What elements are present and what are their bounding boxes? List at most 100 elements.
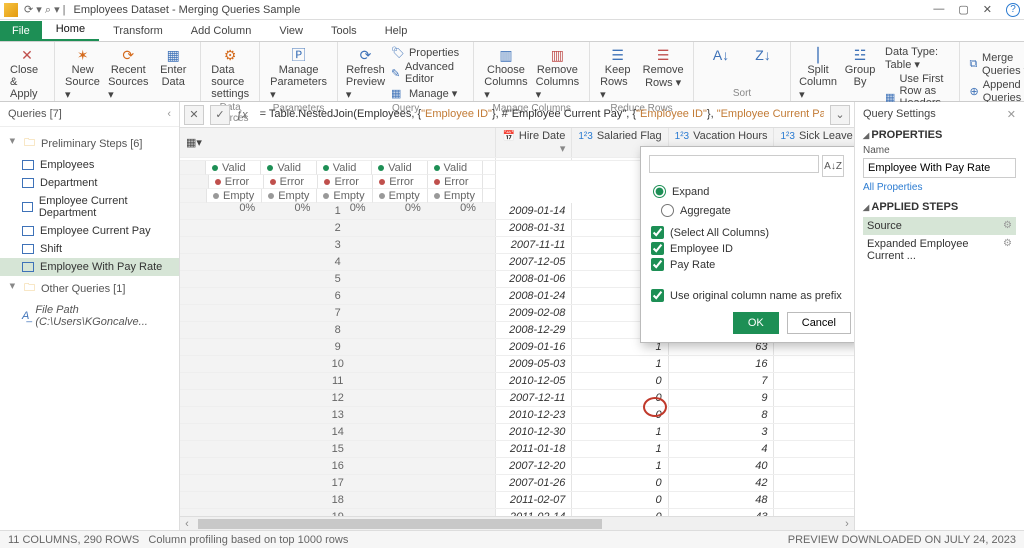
sort-desc-button[interactable]: Z↓ xyxy=(746,46,780,64)
data-type-button[interactable]: Data Type: Table ▾ xyxy=(885,46,948,71)
column-search-input[interactable] xyxy=(649,155,819,173)
table-row[interactable]: 152011-01-1814221Table xyxy=(180,441,854,458)
close-settings-icon[interactable]: ✕ xyxy=(1007,108,1016,121)
tab-view[interactable]: View xyxy=(265,21,317,41)
tab-help[interactable]: Help xyxy=(371,21,422,41)
all-properties-link[interactable]: All Properties xyxy=(863,182,1016,193)
step-source[interactable]: Source⚙ xyxy=(863,217,1016,235)
query-employee-with-pay-rate[interactable]: Employee With Pay Rate xyxy=(0,258,179,276)
collapse-queries-icon[interactable]: ‹ xyxy=(167,108,171,120)
status-bar: 11 COLUMNS, 290 ROWS Column profiling ba… xyxy=(0,530,1024,548)
date-type-icon: 📅 xyxy=(502,131,514,142)
query-name-input[interactable] xyxy=(863,158,1016,178)
table-row[interactable]: 162007-12-20140401Table xyxy=(180,458,854,475)
formula-text[interactable]: = Table.NestedJoin(Employees, {"Employee… xyxy=(254,108,824,121)
step-expanded[interactable]: Expanded Employee Current ...⚙ xyxy=(863,235,1016,265)
table-row[interactable]: 122007-12-1109241Table xyxy=(180,390,854,407)
data-grid[interactable]: ▦▾ 📅Hire Date▾ 1²3Salaried Flag▾ 1²3Vaca… xyxy=(180,128,854,516)
choose-columns-button[interactable]: ▥ChooseColumns ▾ xyxy=(484,46,527,101)
tab-home[interactable]: Home xyxy=(42,19,99,41)
queries-pane: Queries [7]‹ 🗀Preliminary Steps [6] Empl… xyxy=(0,102,180,530)
employee-id-checkbox[interactable]: Employee ID xyxy=(651,242,849,255)
table-row[interactable]: 112010-12-0507231Table xyxy=(180,373,854,390)
table-row[interactable]: 102009-05-03116641Table xyxy=(180,356,854,373)
number-type-icon: 1²3 xyxy=(780,131,794,142)
folder-icon: 🗀 xyxy=(24,279,35,298)
expand-column-popup: A↓Z Expand Aggregate (Select All Columns… xyxy=(640,146,854,343)
status-columns-rows: 11 COLUMNS, 290 ROWS xyxy=(8,534,139,546)
properties-section[interactable]: PROPERTIES xyxy=(863,129,1016,141)
table-row[interactable]: 172007-01-26042411Table xyxy=(180,475,854,492)
table-row[interactable]: 142010-12-3013211Table xyxy=(180,424,854,441)
data-source-settings-button[interactable]: ⚙Data sourcesettings xyxy=(211,46,249,100)
minimize-button[interactable]: — xyxy=(933,3,944,17)
quality-row: Valid100%Valid100%Valid100%Valid100%Vali… xyxy=(180,161,496,175)
menu-bar: File Home Transform Add Column View Tool… xyxy=(0,20,1024,42)
merge-queries-button[interactable]: ⧉Merge Queries ▾ xyxy=(970,52,1024,77)
title-bar: ⟳ ▾ ⌕ ▾ | Employees Dataset - Merging Qu… xyxy=(0,0,1024,20)
maximize-button[interactable]: ▢ xyxy=(958,3,968,17)
sort-columns-button[interactable]: A↓Z xyxy=(822,155,844,177)
gear-icon[interactable]: ⚙ xyxy=(1003,220,1012,232)
expand-formula-icon[interactable]: ⌄ xyxy=(830,105,850,125)
advanced-editor-button[interactable]: ✎Advanced Editor xyxy=(391,61,463,85)
tab-transform[interactable]: Transform xyxy=(99,21,177,41)
queries-header: Queries [7]‹ xyxy=(0,102,179,127)
table-icon xyxy=(22,262,34,272)
tab-add-column[interactable]: Add Column xyxy=(177,21,266,41)
table-icon xyxy=(22,178,34,188)
tab-tools[interactable]: Tools xyxy=(317,21,371,41)
query-department[interactable]: Department xyxy=(0,174,179,192)
table-icon xyxy=(22,244,34,254)
close-window-button[interactable]: ✕ xyxy=(983,3,992,17)
properties-button[interactable]: 🏷Properties xyxy=(391,46,463,59)
scroll-thumb[interactable] xyxy=(198,519,602,529)
settings-title: Query Settings xyxy=(863,108,936,121)
ok-button[interactable]: OK xyxy=(733,312,779,334)
table-row[interactable]: 182011-02-07048441Table xyxy=(180,492,854,509)
table-row[interactable]: 132010-12-2308241Table xyxy=(180,407,854,424)
query-emp-current-pay[interactable]: Employee Current Pay xyxy=(0,222,179,240)
query-emp-current-dept[interactable]: Employee Current Department xyxy=(0,192,179,222)
expand-radio[interactable]: Expand xyxy=(653,185,847,198)
commit-formula-icon[interactable]: ✓ xyxy=(210,105,230,125)
recent-sources-button[interactable]: ⟳RecentSources ▾ xyxy=(108,46,148,101)
select-all-checkbox[interactable]: (Select All Columns) xyxy=(651,226,849,239)
append-queries-button[interactable]: ⊕Append Queries ▾ xyxy=(970,79,1024,104)
gear-icon[interactable]: ⚙ xyxy=(1003,238,1012,262)
aggregate-radio[interactable]: Aggregate xyxy=(661,204,731,217)
manage-query-button[interactable]: ▦Manage ▾ xyxy=(391,87,463,100)
qat[interactable]: ⟳ ▾ ⌕ ▾ | xyxy=(24,3,66,17)
file-menu[interactable]: File xyxy=(0,21,42,41)
formula-bar: ✕ ✓ ƒx = Table.NestedJoin(Employees, {"E… xyxy=(180,102,854,128)
help-icon[interactable]: ? xyxy=(1006,3,1020,17)
remove-rows-button[interactable]: ☰RemoveRows ▾ xyxy=(643,46,683,101)
cancel-button[interactable]: Cancel xyxy=(787,312,851,334)
query-file-path[interactable]: A͟File Path (C:\Users\KGoncalve... xyxy=(0,301,179,331)
cancel-formula-icon[interactable]: ✕ xyxy=(184,105,204,125)
prefix-checkbox[interactable]: Use original column name as prefix xyxy=(651,289,849,302)
number-type-icon: 1²3 xyxy=(675,131,689,142)
applied-steps-section[interactable]: APPLIED STEPS xyxy=(863,201,1016,213)
app-logo xyxy=(4,3,18,17)
refresh-preview-button[interactable]: ⟳RefreshPreview ▾ xyxy=(348,46,383,101)
remove-columns-button[interactable]: ▥RemoveColumns ▾ xyxy=(536,46,579,101)
sort-asc-button[interactable]: A↓ xyxy=(704,46,738,64)
new-source-button[interactable]: ✶NewSource ▾ xyxy=(65,46,100,101)
query-shift[interactable]: Shift xyxy=(0,240,179,258)
folder-preliminary[interactable]: 🗀Preliminary Steps [6] xyxy=(0,131,179,156)
table-row[interactable]: 192011-02-14043411Table xyxy=(180,509,854,517)
enter-data-button[interactable]: ▦EnterData xyxy=(156,46,190,101)
filter-icon[interactable]: ▾ xyxy=(560,142,566,155)
pay-rate-checkbox[interactable]: Pay Rate xyxy=(651,258,849,271)
query-employees[interactable]: Employees xyxy=(0,156,179,174)
manage-parameters-button[interactable]: 🄿ManageParameters ▾ xyxy=(270,46,327,101)
row-selector-header[interactable]: ▦▾ xyxy=(180,128,496,158)
table-icon xyxy=(22,226,34,236)
keep-rows-button[interactable]: ☰KeepRows ▾ xyxy=(600,46,635,101)
folder-other[interactable]: 🗀Other Queries [1] xyxy=(0,276,179,301)
parameter-icon: A͟ xyxy=(22,310,29,322)
status-profiling[interactable]: Column profiling based on top 1000 rows xyxy=(148,534,348,546)
col-hire-date[interactable]: 📅Hire Date▾ xyxy=(496,128,572,158)
horizontal-scrollbar[interactable]: ‹› xyxy=(180,516,854,530)
